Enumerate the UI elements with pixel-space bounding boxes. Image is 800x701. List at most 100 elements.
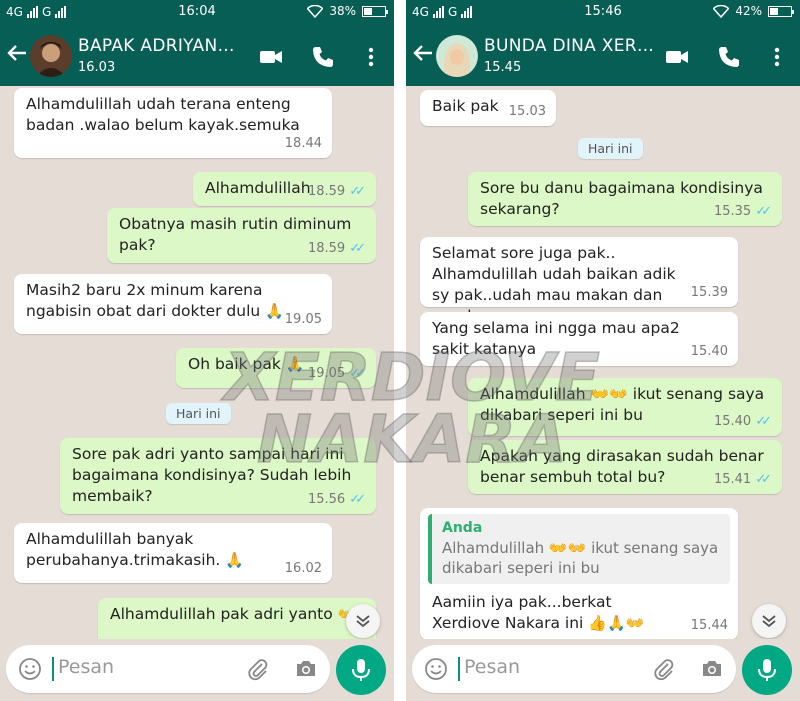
scroll-to-bottom-button[interactable] [752,604,786,638]
quoted-message[interactable]: Anda Alhamdulillah 👐👐 ikut senang saya d… [428,514,730,584]
phone-icon[interactable] [310,44,336,70]
left-phone-screen: 4G G 16:04 38% BAPAK ADRIYAN… 16.03 Alha… [0,0,394,701]
double-check-icon: ✓✓ [349,492,366,507]
chat-header: BAPAK ADRIYAN… 16.03 [0,26,394,86]
message-outgoing[interactable]: Obatnya masih rutin diminum pak? 18.59 ✓✓ [107,208,376,263]
message-composer[interactable]: Pesan [412,645,736,693]
mic-button[interactable] [742,645,792,695]
screenshot-pair: 4G G 16:04 38% BAPAK ADRIYAN… 16.03 Alha… [0,0,800,701]
message-text: Aamiin iya pak...berkat Xerdiove Nakara … [432,593,612,632]
message-time: 15.03 [508,104,546,119]
wifi-icon [713,4,730,18]
more-vert-icon[interactable] [772,44,782,70]
message-time: 15.40 [690,344,728,359]
attach-icon[interactable] [652,657,676,681]
message-list[interactable]: Baik pak 15.03 Hari ini Sore bu danu bag… [406,86,800,639]
message-text: Masih2 baru 2x minum karena ngabisin oba… [26,281,263,320]
battery-icon [362,5,388,17]
attach-icon[interactable] [246,657,270,681]
message-incoming[interactable]: Masih2 baru 2x minum karena ngabisin oba… [14,274,332,334]
contact-name[interactable]: BAPAK ADRIYAN… [78,36,235,56]
double-check-icon: ✓✓ [755,472,772,487]
wifi-icon [307,4,324,18]
message-outgoing[interactable]: Sore bu danu bagaimana kondisinya sekara… [468,172,782,226]
battery-percent: 38% [329,4,356,18]
message-text: Yang selama ini ngga mau apa2 sakit kata… [432,319,680,358]
chat-header: BUNDA DINA XER… 15.45 [406,26,800,86]
back-arrow-icon[interactable] [412,42,434,70]
message-time: 19.05 [284,312,322,327]
message-text: Alhamdulillah banyak perubahanya.trimaka… [26,530,221,569]
avatar[interactable] [30,35,72,77]
message-text: Alhamdulillah pak adri yanto [110,605,333,623]
mic-icon [758,659,776,681]
message-outgoing[interactable]: Sore pak adri yanto sampai hari ini baga… [60,438,376,514]
message-incoming[interactable]: Alhamdulillah banyak perubahanya.trimaka… [14,523,332,583]
message-outgoing[interactable]: Oh baik pak 🙏 19.05 ✓✓ [176,348,376,388]
message-input[interactable]: Pesan [464,656,520,678]
message-time: 18.59 [307,184,346,199]
text-cursor [458,657,460,681]
message-text: Alhamdulillah [480,385,586,403]
pray-emoji: 🙏 [225,551,244,569]
avatar[interactable] [436,35,478,77]
emoji-icon[interactable] [18,657,42,681]
pray-emoji: 🙏 [265,302,284,320]
quote-author: Anda [442,520,483,536]
back-arrow-icon[interactable] [6,42,28,70]
message-outgoing[interactable]: Alhamdulillah 👐👐 ikut senang saya dikaba… [468,378,782,436]
message-list[interactable]: Alhamdulillah udah terana enteng badan .… [0,86,394,639]
right-phone-screen: 4G G 15:46 42% BUNDA DINA XER… 15.45 Bai… [406,0,800,701]
double-check-icon: ✓✓ [755,204,772,219]
camera-icon[interactable] [294,657,318,681]
message-outgoing[interactable]: Alhamdulillah pak adri yanto 👐👐 [98,598,376,639]
message-incoming[interactable]: Selamat sore juga pak.. Alhamdulillah ud… [420,237,738,325]
message-incoming[interactable]: Baik pak 15.03 [420,90,556,126]
message-time: 15.41 [713,472,752,487]
chevron-down-icon [762,615,776,628]
message-time: 15.56 [307,492,346,507]
video-call-icon[interactable] [664,44,690,70]
message-text: Oh baik pak [188,355,281,373]
message-time: 19.05 [307,366,346,381]
contact-name[interactable]: BUNDA DINA XER… [484,36,654,56]
message-text: Alhamdulillah udah terana enteng badan .… [26,95,300,134]
double-check-icon: ✓✓ [755,414,772,429]
date-chip: Hari ini [578,138,643,159]
message-time: 18.59 [307,241,346,256]
double-check-icon: ✓✓ [349,184,366,199]
message-outgoing[interactable]: Apakah yang dirasakan sudah benar benar … [468,440,782,494]
double-check-icon: ✓✓ [349,241,366,256]
message-time: 15.44 [690,618,728,633]
chevron-down-icon [356,615,370,628]
message-incoming[interactable]: Alhamdulillah udah terana enteng badan .… [14,88,332,158]
battery-icon [768,5,794,17]
date-chip: Hari ini [166,403,231,424]
message-outgoing[interactable]: Alhamdulillah 18.59 ✓✓ [193,172,376,206]
phone-icon[interactable] [716,44,742,70]
scroll-to-bottom-button[interactable] [346,604,380,638]
quote-text: Alhamdulillah [442,539,545,557]
status-bar: 4G G 16:04 38% [0,0,394,26]
message-time: 15.40 [713,414,752,429]
text-cursor [52,657,54,681]
message-reply[interactable]: Anda Alhamdulillah 👐👐 ikut senang saya d… [420,508,738,639]
reaction-emojis: 👍🙏👐 [588,614,645,632]
open-hands-emoji: 👐👐 [548,539,587,557]
message-text: Baik pak [432,97,499,115]
message-input[interactable]: Pesan [58,656,114,678]
more-vert-icon[interactable] [366,44,376,70]
pray-emoji: 🙏 [285,355,305,373]
emoji-icon[interactable] [424,657,448,681]
camera-icon[interactable] [700,657,724,681]
message-time: 15.35 [713,204,752,219]
mic-button[interactable] [336,645,386,695]
status-bar: 4G G 15:46 42% [406,0,800,26]
message-time: 16.02 [284,561,322,576]
message-time: 18.44 [284,136,322,151]
video-call-icon[interactable] [258,44,284,70]
last-seen: 15.45 [484,60,522,75]
message-incoming[interactable]: Yang selama ini ngga mau apa2 sakit kata… [420,312,738,366]
message-composer[interactable]: Pesan [6,645,330,693]
double-check-icon: ✓✓ [349,366,366,381]
